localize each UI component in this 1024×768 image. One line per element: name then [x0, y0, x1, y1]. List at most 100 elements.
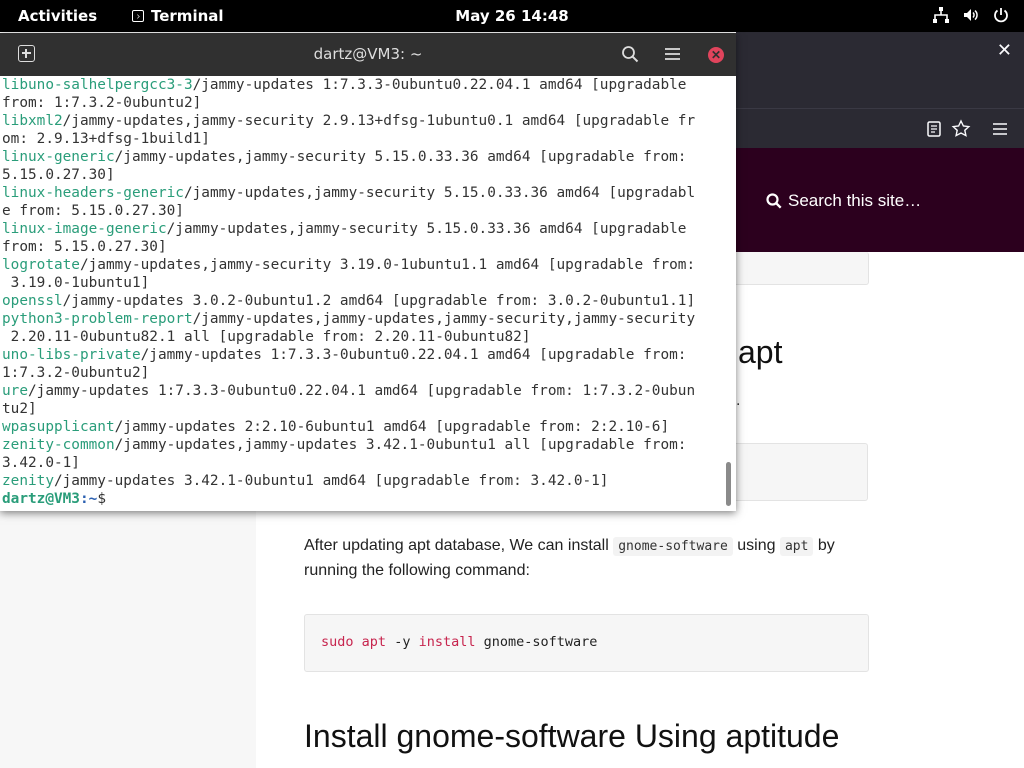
terminal-line: zenity/jammy-updates 3.42.1-0ubuntu1 amd…: [2, 472, 722, 490]
site-search-label: Search this site…: [788, 191, 922, 210]
line-text: /jammy-updates 1:7.3.3-0ubuntu0.22.04.1 …: [28, 383, 696, 399]
line-text: /jammy-updates,jammy-security 5.15.0.33.…: [183, 185, 696, 201]
browser-header: ✕: [736, 32, 1024, 149]
package-name: libxml2: [2, 113, 63, 129]
terminal-output[interactable]: libuno-salhelpergcc3-3/jammy-updates 1:7…: [0, 76, 722, 511]
scrollbar[interactable]: [722, 76, 736, 511]
package-name: logrotate: [2, 257, 80, 273]
terminal-line: libuno-salhelpergcc3-3/jammy-updates 1:7…: [2, 76, 722, 94]
line-text: 3.42.0-1]: [2, 455, 80, 471]
terminal-line: tu2]: [2, 400, 722, 418]
package-name: libuno-salhelpergcc3-3: [2, 77, 193, 93]
cmd-token: sudo: [321, 634, 354, 650]
line-text: /jammy-updates,jammy-security 2.9.13+dfs…: [62, 113, 696, 129]
line-text: /jammy-updates,jammy-updates 3.42.1-0ubu…: [114, 437, 687, 453]
terminal-line: 1:7.3.2-0ubuntu2]: [2, 364, 722, 382]
line-text: /jammy-updates 3.42.1-0ubuntu1 amd64 [up…: [53, 473, 609, 489]
terminal-line: openssl/jammy-updates 3.0.2-0ubuntu1.2 a…: [2, 292, 722, 310]
section-heading-partial: apt: [738, 334, 783, 370]
line-text: /jammy-updates,jammy-updates,jammy-secur…: [192, 311, 696, 327]
cmd-token: -y: [394, 634, 411, 650]
terminal-line: from: 1:7.3.2-0ubuntu2]: [2, 94, 722, 112]
package-name: linux-headers-generic: [2, 185, 184, 201]
line-text: /jammy-updates 2:2.10-6ubuntu1 amd64 [up…: [114, 419, 670, 435]
line-text: /jammy-updates,jammy-security 5.15.0.33.…: [114, 149, 687, 165]
terminal-line: from: 5.15.0.27.30]: [2, 238, 722, 256]
line-text: 1:7.3.2-0ubuntu2]: [2, 365, 150, 381]
section-heading: Install gnome-software Using aptitude: [304, 718, 840, 754]
package-name: linux-generic: [2, 149, 115, 165]
line-text: /jammy-updates 1:7.3.3-0ubuntu0.22.04.1 …: [140, 347, 687, 363]
line-text: om: 2.9.13+dfsg-1build1]: [2, 131, 210, 147]
page-sidebar: [0, 510, 257, 768]
terminal-line: linux-generic/jammy-updates,jammy-securi…: [2, 148, 722, 166]
line-text: 5.15.0.27.30]: [2, 167, 115, 183]
volume-icon: [964, 9, 978, 21]
line-text: from: 1:7.3.2-0ubuntu2]: [2, 95, 202, 111]
terminal-line: zenity-common/jammy-updates,jammy-update…: [2, 436, 722, 454]
clock[interactable]: May 26 14:48: [0, 7, 1024, 25]
terminal-lines: libuno-salhelpergcc3-3/jammy-updates 1:7…: [0, 76, 722, 508]
reader-view-icon[interactable]: [924, 119, 944, 139]
terminal-window[interactable]: dartz@VM3: ~ ✕ libuno-salhelpergcc3-3/ja…: [0, 33, 736, 511]
package-name: zenity-common: [2, 437, 115, 453]
package-name: zenity: [2, 473, 54, 489]
terminal-header-bar[interactable]: dartz@VM3: ~ ✕: [0, 33, 736, 76]
terminal-line: python3-problem-report/jammy-updates,jam…: [2, 310, 722, 328]
close-icon[interactable]: ✕: [708, 47, 724, 63]
line-text: 3.19.0-1ubuntu1]: [2, 275, 150, 291]
search-icon: [766, 193, 782, 209]
command-text: sudo apt -y install gnome-software: [321, 634, 597, 650]
terminal-line: linux-headers-generic/jammy-updates,jamm…: [2, 184, 722, 202]
package-name: linux-image-generic: [2, 221, 167, 237]
terminal-line: ure/jammy-updates 1:7.3.3-0ubuntu0.22.04…: [2, 382, 722, 400]
terminal-line: 3.42.0-1]: [2, 454, 722, 472]
prompt-path: :~: [79, 491, 98, 507]
hamburger-menu-icon[interactable]: [990, 119, 1010, 139]
cmd-token: apt: [361, 634, 387, 650]
terminal-line: om: 2.9.13+dfsg-1build1]: [2, 130, 722, 148]
package-name: openssl: [2, 293, 63, 309]
line-text: /jammy-updates,jammy-security 3.19.0-1ub…: [79, 257, 696, 273]
power-icon: [994, 8, 1008, 23]
top-bar: Activities Terminal May 26 14:48: [0, 0, 1024, 32]
cmd-token: gnome-software: [483, 634, 598, 650]
terminal-line: uno-libs-private/jammy-updates 1:7.3.3-0…: [2, 346, 722, 364]
shell-prompt[interactable]: dartz@VM3:~$: [2, 490, 722, 508]
line-text: e from: 5.15.0.27.30]: [2, 203, 184, 219]
scrollbar-thumb[interactable]: [726, 462, 731, 506]
package-name: ure: [2, 383, 28, 399]
site-header: Search this site…: [736, 148, 1024, 252]
system-tray[interactable]: [932, 6, 1010, 24]
line-text: /jammy-updates 1:7.3.3-0ubuntu0.22.04.1 …: [192, 77, 687, 93]
browser-toolbar: [736, 108, 1024, 149]
terminal-line: 2.20.11-0ubuntu82.1 all [upgradable from…: [2, 328, 722, 346]
paragraph-partial: .: [736, 392, 741, 409]
close-icon[interactable]: ✕: [997, 40, 1012, 61]
paragraph: After updating apt database, We can inst…: [304, 534, 864, 583]
line-text: /jammy-updates,jammy-security 5.15.0.33.…: [166, 221, 687, 237]
terminal-line: 5.15.0.27.30]: [2, 166, 722, 184]
bookmark-star-icon[interactable]: [951, 119, 971, 139]
site-search-link[interactable]: Search this site…: [766, 191, 921, 211]
line-text: /jammy-updates 3.0.2-0ubuntu1.2 amd64 [u…: [62, 293, 696, 309]
command-code-block: sudo apt -y install gnome-software: [304, 614, 869, 672]
package-name: wpasupplicant: [2, 419, 115, 435]
prompt-symbol: $: [97, 491, 106, 507]
inline-code: apt: [779, 537, 814, 556]
terminal-line: logrotate/jammy-updates,jammy-security 3…: [2, 256, 722, 274]
search-icon[interactable]: [621, 45, 639, 63]
line-text: tu2]: [2, 401, 37, 417]
paragraph-text: After updating apt database, We can inst…: [304, 537, 614, 554]
terminal-line: linux-image-generic/jammy-updates,jammy-…: [2, 220, 722, 238]
hamburger-menu-icon[interactable]: [664, 46, 681, 62]
package-name: python3-problem-report: [2, 311, 193, 327]
package-name: uno-libs-private: [2, 347, 141, 363]
network-icon: [933, 7, 949, 23]
cmd-token: install: [418, 634, 476, 650]
inline-code: gnome-software: [613, 537, 733, 556]
terminal-line: 3.19.0-1ubuntu1]: [2, 274, 722, 292]
line-text: 2.20.11-0ubuntu82.1 all [upgradable from…: [2, 329, 531, 345]
terminal-line: e from: 5.15.0.27.30]: [2, 202, 722, 220]
terminal-line: libxml2/jammy-updates,jammy-security 2.9…: [2, 112, 722, 130]
